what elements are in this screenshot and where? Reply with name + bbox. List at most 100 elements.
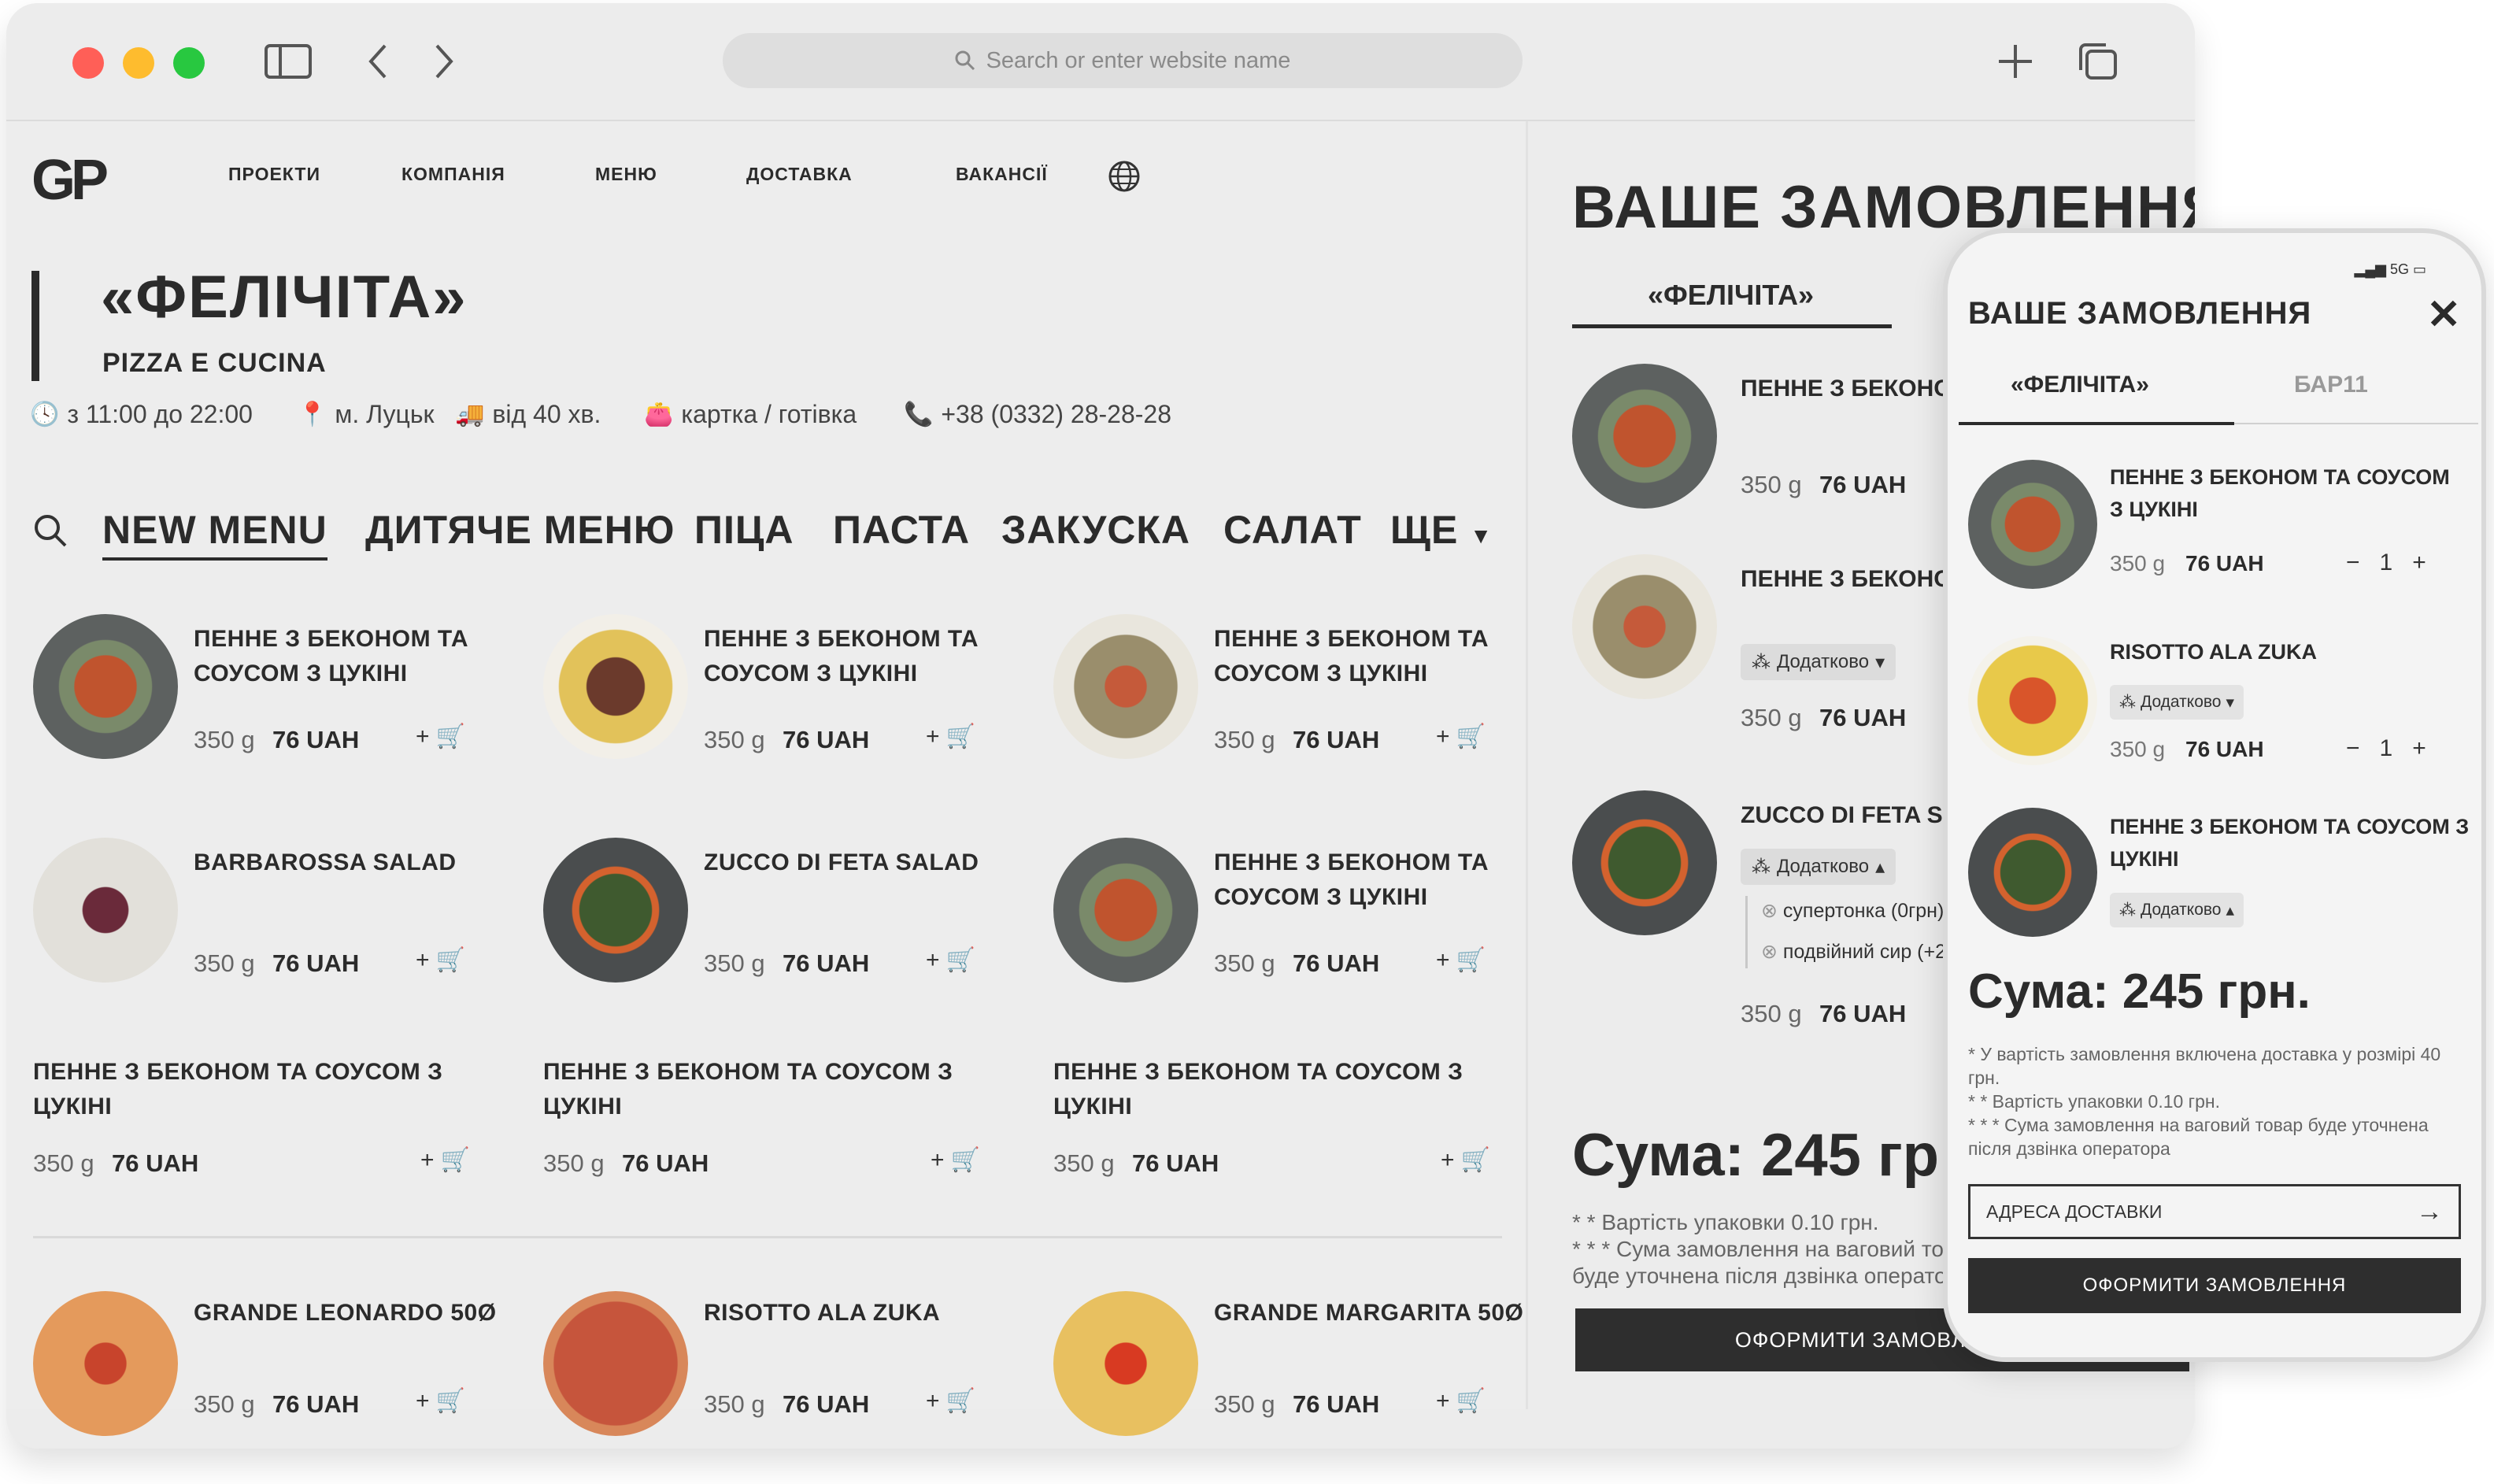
- tab-more-label: ЩЕ: [1390, 508, 1459, 552]
- extras-dropdown[interactable]: ⁂ Додатково ▾: [2110, 685, 2244, 720]
- tab-underline: [1572, 324, 1892, 328]
- checkout-button[interactable]: ОФОРМИТИ ЗАМОВЛЕННЯ: [1968, 1258, 2461, 1313]
- forward-icon[interactable]: [428, 38, 460, 85]
- dish-name[interactable]: ПЕННЕ З БЕКОНОМ ТА СОУСОМ З ЦУКІНІ: [1214, 622, 1529, 691]
- add-to-cart-button[interactable]: + 🛒: [1441, 1146, 1490, 1174]
- add-to-cart-button[interactable]: + 🛒: [926, 946, 975, 974]
- phone-tab-felicita[interactable]: «ФЕЛІЧІТА»: [2011, 372, 2149, 398]
- phone-tab-bar11[interactable]: БАР11: [2294, 372, 2368, 398]
- status-bar: ▂▄▆ 5G ▭: [2354, 261, 2426, 278]
- dish-price: 76 UAH: [783, 949, 870, 977]
- add-to-cart-button[interactable]: + 🛒: [420, 1146, 470, 1174]
- add-to-cart-button[interactable]: + 🛒: [416, 946, 465, 974]
- minus-icon[interactable]: −: [2346, 735, 2360, 761]
- payment-text: картка / готівка: [681, 400, 857, 428]
- dish-image[interactable]: [543, 1291, 688, 1436]
- tab-pizza[interactable]: ПІЦА: [694, 507, 794, 553]
- dish-image[interactable]: [543, 614, 688, 759]
- plus-icon[interactable]: +: [2412, 735, 2426, 761]
- dish-image[interactable]: [543, 838, 688, 983]
- order-note: * * Вартість упаковки 0.10 грн.: [1968, 1091, 2220, 1112]
- order-item-price: 76 UAH: [1819, 1000, 1907, 1027]
- dish-image[interactable]: [33, 838, 178, 983]
- tab-pasta[interactable]: ПАСТА: [833, 507, 970, 553]
- add-to-cart-button[interactable]: + 🛒: [926, 1387, 975, 1415]
- nav-delivery[interactable]: ДОСТАВКА: [746, 164, 853, 185]
- ingredients-icon: ⁂: [1752, 651, 1771, 673]
- new-tab-icon[interactable]: [1992, 38, 2039, 85]
- search-icon[interactable]: [33, 513, 68, 552]
- dish-image[interactable]: [1053, 1291, 1198, 1436]
- dish-name[interactable]: ПЕННЕ З БЕКОНОМ ТА СОУСОМ З ЦУКІНІ: [704, 622, 1019, 691]
- dish-price: 76 UAH: [112, 1149, 199, 1177]
- tab-more[interactable]: ЩЕ ▼: [1390, 507, 1493, 553]
- dish-name[interactable]: GRANDE LEONARDO 50Ø: [194, 1296, 509, 1330]
- minimize-window-button[interactable]: [123, 47, 154, 79]
- cart-icon: 🛒: [435, 1388, 466, 1414]
- extra-option[interactable]: ⊗ супертонка (0грн): [1761, 899, 1944, 923]
- globe-icon[interactable]: [1107, 159, 1142, 198]
- hours-text: з 11:00 до 22:00: [67, 400, 253, 428]
- dish-image[interactable]: [33, 614, 178, 759]
- tab-kids-menu[interactable]: ДИТЯЧЕ МЕНЮ: [365, 507, 675, 553]
- nav-company[interactable]: КОМПАНІЯ: [401, 164, 505, 185]
- address-bar[interactable]: Search or enter website name: [723, 33, 1523, 88]
- network-label: 5G: [2389, 261, 2409, 277]
- dish-name[interactable]: ПЕННЕ З БЕКОНОМ ТА СОУСОМ З ЦУКІНІ: [1053, 1055, 1494, 1124]
- cart-icon: 🛒: [435, 947, 466, 973]
- dish-name[interactable]: GRANDE MARGARITA 50Ø: [1214, 1296, 1529, 1330]
- add-to-cart-button[interactable]: + 🛒: [416, 723, 465, 750]
- plus-icon[interactable]: +: [2412, 550, 2426, 575]
- quantity-stepper[interactable]: − 1 +: [2346, 550, 2426, 576]
- dish-image[interactable]: [33, 1291, 178, 1436]
- extras-dropdown[interactable]: ⁂ Додатково ▴: [2110, 893, 2244, 927]
- add-to-cart-button[interactable]: + 🛒: [931, 1146, 980, 1174]
- caret-down-icon: ▼: [1470, 524, 1493, 548]
- add-to-cart-button[interactable]: + 🛒: [1436, 946, 1486, 974]
- quantity-stepper[interactable]: − 1 +: [2346, 735, 2426, 762]
- delivery-address-button[interactable]: АДРЕСА ДОСТАВКИ →: [1968, 1184, 2461, 1239]
- back-icon[interactable]: [362, 38, 394, 85]
- dish-name[interactable]: RISOTTO ALA ZUKA: [704, 1296, 1019, 1330]
- phone-info[interactable]: 📞 +38 (0332) 28-28-28: [904, 400, 1171, 429]
- nav-projects[interactable]: ПРОЕКТИ: [228, 164, 320, 185]
- maximize-window-button[interactable]: [173, 47, 205, 79]
- site-logo[interactable]: GP: [31, 148, 109, 213]
- dish-name[interactable]: ПЕННЕ З БЕКОНОМ ТА СОУСОМ З ЦУКІНІ: [194, 622, 509, 691]
- cart-icon: 🛒: [945, 947, 976, 973]
- close-window-button[interactable]: [72, 47, 104, 79]
- search-icon: [955, 50, 975, 71]
- extras-dropdown[interactable]: ⁂ Додатково ▴: [1741, 849, 1896, 885]
- tab-new-menu[interactable]: NEW MENU: [102, 507, 327, 561]
- nav-menu[interactable]: МЕНЮ: [595, 164, 657, 185]
- dish-name[interactable]: BARBAROSSA SALAD: [194, 846, 509, 880]
- dish-name[interactable]: ПЕННЕ З БЕКОНОМ ТА СОУСОМ З ЦУКІНІ: [543, 1055, 984, 1124]
- add-to-cart-button[interactable]: + 🛒: [416, 1387, 465, 1415]
- order-tab-felicita[interactable]: «ФЕЛІЧІТА»: [1648, 279, 1814, 312]
- remove-icon[interactable]: ⊗: [1761, 900, 1778, 922]
- add-to-cart-button[interactable]: + 🛒: [1436, 1387, 1486, 1415]
- order-item-image: [1572, 554, 1717, 699]
- nav-vacancies[interactable]: ВАКАНСІЇ: [956, 164, 1048, 185]
- minus-icon[interactable]: −: [2346, 550, 2360, 575]
- dish-image[interactable]: [1053, 614, 1198, 759]
- ingredients-icon: ⁂: [2119, 693, 2136, 712]
- tabs-overview-icon[interactable]: [2074, 38, 2121, 85]
- extras-label: Додатково: [1777, 651, 1870, 672]
- delivery-time-text: від 40 хв.: [492, 400, 601, 428]
- add-to-cart-button[interactable]: + 🛒: [1436, 723, 1486, 750]
- close-icon[interactable]: ✕: [2426, 291, 2461, 339]
- remove-icon[interactable]: ⊗: [1761, 941, 1778, 963]
- dish-image[interactable]: [1053, 838, 1198, 983]
- dish-weight: 350 g: [194, 1390, 255, 1418]
- add-to-cart-button[interactable]: + 🛒: [926, 723, 975, 750]
- order-item-name: ПЕННЕ З БЕКОНОМ ТА СОУСОМ З ЦУКІНІ: [2110, 465, 2450, 521]
- extras-dropdown[interactable]: ⁂ Додатково ▾: [1741, 644, 1896, 680]
- sidebar-toggle-icon[interactable]: [263, 38, 313, 85]
- dish-name[interactable]: ZUCCO DI FETA SALAD: [704, 846, 1019, 880]
- dish-name[interactable]: ПЕННЕ З БЕКОНОМ ТА СОУСОМ З ЦУКІНІ: [1214, 846, 1529, 915]
- tab-snacks[interactable]: ЗАКУСКА: [1001, 507, 1190, 553]
- tab-salad[interactable]: САЛАТ: [1223, 507, 1362, 553]
- dish-name[interactable]: ПЕННЕ З БЕКОНОМ ТА СОУСОМ З ЦУКІНІ: [33, 1055, 474, 1124]
- dish-weight: 350 g: [1214, 949, 1275, 977]
